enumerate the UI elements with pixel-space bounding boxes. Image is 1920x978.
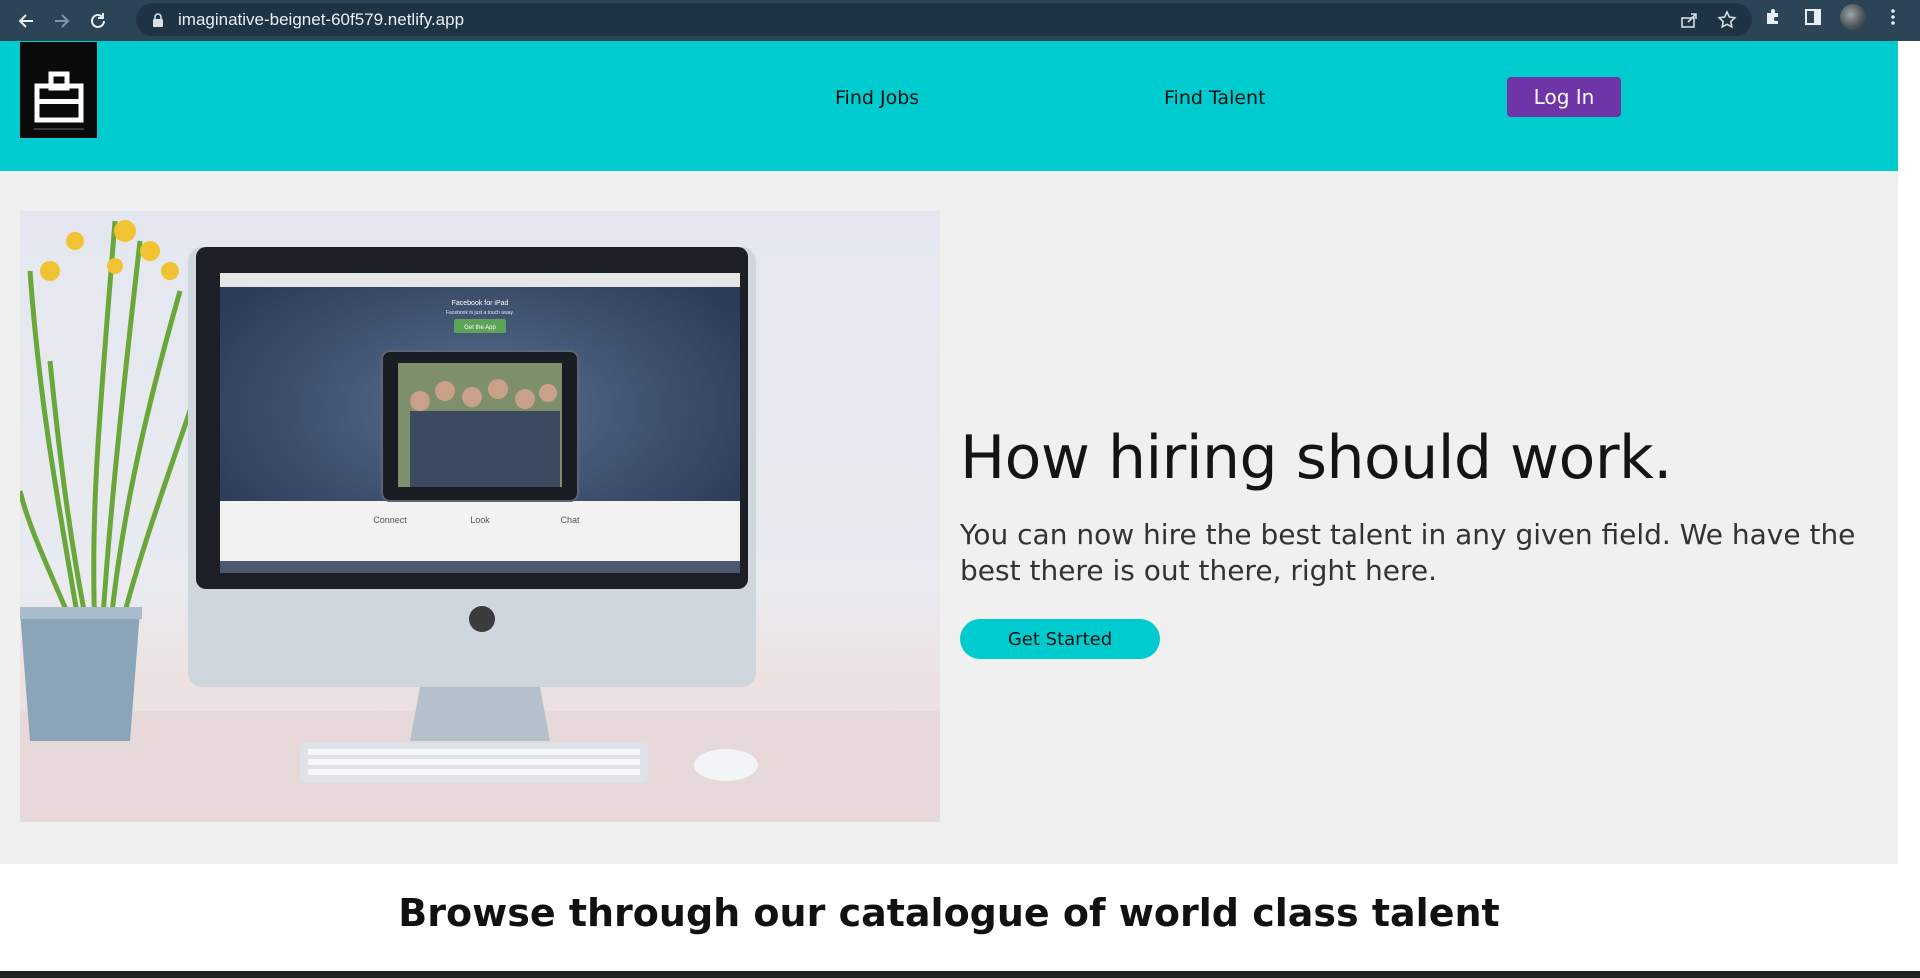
screen-feature-chat: Chat [560,515,580,525]
lock-icon[interactable] [150,12,166,28]
kebab-menu-icon[interactable] [1880,4,1906,30]
back-icon[interactable] [10,5,42,37]
scrollbar[interactable] [1898,41,1920,971]
url-text[interactable]: imaginative-beignet-60f579.netlify.app [178,10,464,30]
briefcase-logo-icon[interactable] [20,42,97,138]
screen-feature-connect: Connect [373,515,407,525]
hero-section: Facebook for iPad Facebook is just a tou… [0,171,1898,864]
login-button[interactable]: Log In [1507,77,1621,117]
star-icon[interactable] [1716,9,1738,31]
profile-avatar[interactable] [1840,4,1866,30]
screen-button: Get the App [464,325,496,331]
share-icon[interactable] [1678,9,1700,31]
screen-tagline: Facebook is just a touch away. [446,310,514,316]
site-header: Find Jobs Find Talent Log In [0,41,1898,171]
puzzle-icon[interactable] [1760,4,1786,30]
bottom-edge [0,971,1920,978]
hero-title: How hiring should work. [960,423,1672,493]
address-bar[interactable]: imaginative-beignet-60f579.netlify.app [136,3,1752,36]
screen-headline: Facebook for iPad [452,300,509,307]
forward-icon[interactable] [46,5,78,37]
browser-toolbar: imaginative-beignet-60f579.netlify.app [0,0,1920,41]
reload-icon[interactable] [82,5,114,37]
side-panel-icon[interactable] [1800,4,1826,30]
page-viewport: Find Jobs Find Talent Log In Facebook fo… [0,41,1898,971]
desk-illustration: Facebook for iPad Facebook is just a tou… [20,220,940,822]
nav-find-talent[interactable]: Find Talent [1164,87,1266,109]
screen-feature-look: Look [470,515,490,525]
hero-image: Facebook for iPad Facebook is just a tou… [20,211,940,822]
hero-subtitle: You can now hire the best talent in any … [960,518,1856,587]
nav-find-jobs[interactable]: Find Jobs [835,87,919,109]
catalogue-title: Browse through our catalogue of world cl… [398,891,1500,935]
get-started-button[interactable]: Get Started [960,619,1160,659]
